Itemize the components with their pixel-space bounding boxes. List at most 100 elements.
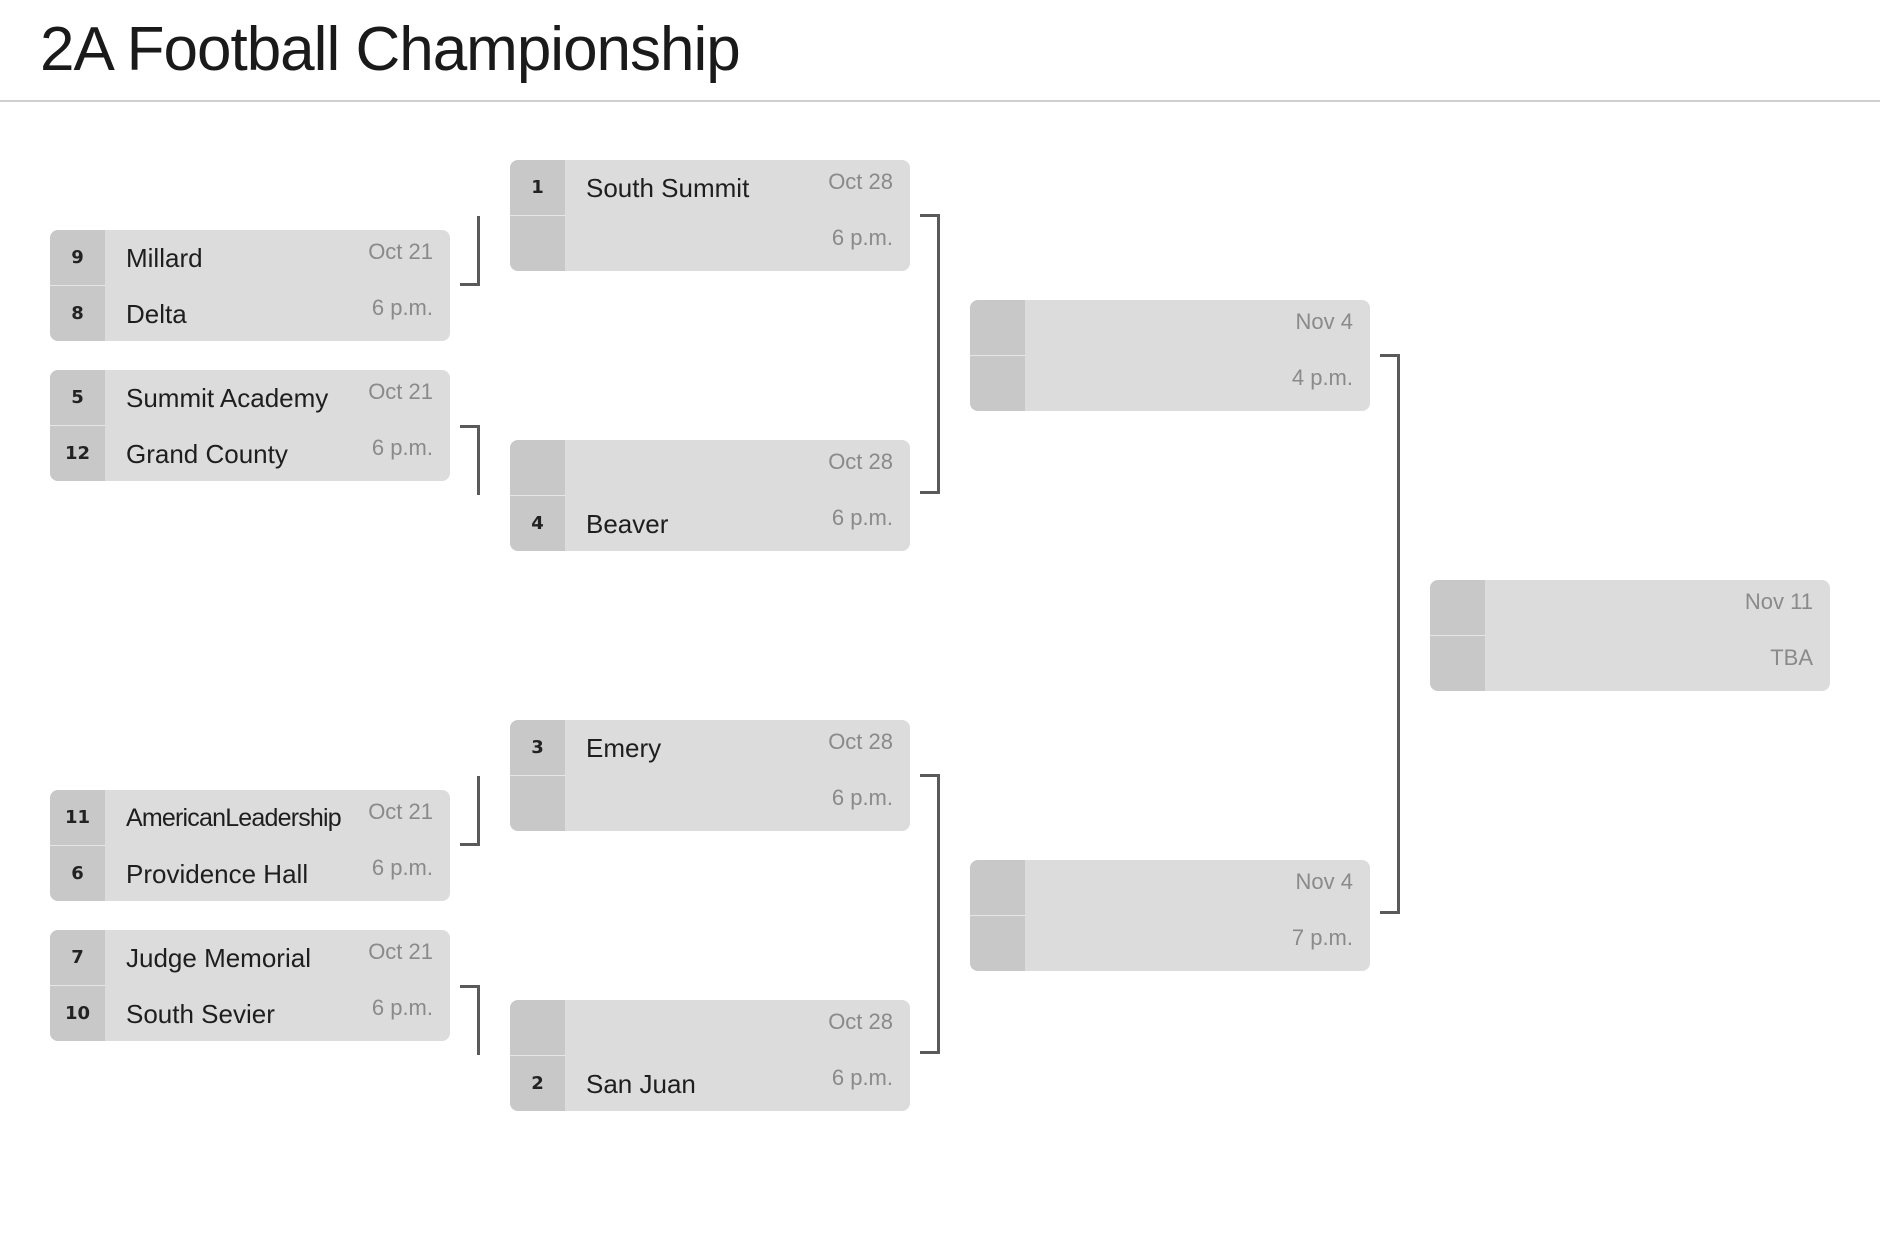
- team-row: 8 Delta 6 p.m.: [50, 286, 450, 341]
- team-row: 6 Providence Hall 6 p.m.: [50, 846, 450, 901]
- match-box-round-1-2[interactable]: 5 Summit Academy Oct 21 12 Grand County 6 p.m…: [50, 370, 450, 481]
- match-box-round-1-4[interactable]: 7 Judge Memorial Oct 21 10 South Sevier 6 p.m…: [50, 930, 450, 1041]
- game-time: 6 p.m.: [831, 785, 893, 810]
- seed-number: 3: [510, 720, 565, 775]
- game-time: 6 p.m.: [831, 1065, 893, 1090]
- seed-number: [1430, 636, 1485, 691]
- seed-number: 2: [510, 1056, 565, 1111]
- team-name: AmericanLeadership: [126, 804, 342, 832]
- team-row: 4 p.m.: [970, 356, 1370, 411]
- match-box-round-2-2[interactable]: Oct 28 4 Beaver 6 p.m.: [510, 440, 910, 551]
- row-divider: [510, 215, 565, 216]
- game-time: 6 p.m.: [371, 435, 433, 460]
- game-time: 6 p.m.: [371, 295, 433, 320]
- row-divider: [50, 285, 105, 286]
- game-time: TBA: [1770, 645, 1813, 670]
- team-name: Grand County: [126, 439, 288, 469]
- team-name: Providence Hall: [126, 859, 309, 889]
- connector-r2-bottom: [937, 774, 940, 1054]
- seed-number: [970, 356, 1025, 411]
- match-box-semifinals-2[interactable]: Nov 4 7 p.m.: [970, 860, 1370, 971]
- team-row: 9 Millard Oct 21: [50, 230, 450, 285]
- seed-number: [970, 860, 1025, 915]
- match-box-round-2-1[interactable]: 1 South Summit Oct 28 6 p.m.: [510, 160, 910, 271]
- game-time: 6 p.m.: [371, 995, 433, 1020]
- row-divider: [510, 1055, 565, 1056]
- seed-number: 8: [50, 286, 105, 341]
- seed-number: [510, 776, 565, 831]
- team-row: 2 San Juan 6 p.m.: [510, 1056, 910, 1111]
- team-row: 6 p.m.: [510, 216, 910, 271]
- connector-r1-m2: [477, 425, 480, 495]
- seed-number: [510, 440, 565, 495]
- team-row: 10 South Sevier 6 p.m.: [50, 986, 450, 1041]
- row-divider: [510, 495, 565, 496]
- tournament-bracket: 9 Millard Oct 21 8 Delta 6 p.m. 5 Summit Academ…: [0, 0, 1880, 1252]
- team-row: Nov 4: [970, 860, 1370, 915]
- team-name: Beaver: [586, 509, 669, 539]
- seed-number: 4: [510, 496, 565, 551]
- team-row: Oct 28: [510, 1000, 910, 1055]
- game-date: Nov 11: [1744, 589, 1813, 614]
- seed-number: 6: [50, 846, 105, 901]
- team-row: 5 Summit Academy Oct 21: [50, 370, 450, 425]
- seed-number: 7: [50, 930, 105, 985]
- seed-number: 5: [50, 370, 105, 425]
- row-divider: [50, 845, 105, 846]
- match-box-round-1-3[interactable]: 11 AmericanLeadership Oct 21 6 Providence Ha…: [50, 790, 450, 901]
- game-date: Oct 28: [828, 449, 893, 474]
- game-date: Oct 28: [828, 1009, 893, 1034]
- seed-number: [510, 1000, 565, 1055]
- team-row: 7 Judge Memorial Oct 21: [50, 930, 450, 985]
- team-name: Millard: [126, 243, 203, 273]
- row-divider: [1430, 635, 1485, 636]
- game-time: 4 p.m.: [1291, 365, 1353, 390]
- team-row: 6 p.m.: [510, 776, 910, 831]
- connector-r2-top: [937, 214, 940, 494]
- team-name: Emery: [586, 733, 662, 763]
- team-name: San Juan: [586, 1069, 696, 1099]
- game-date: Oct 21: [368, 379, 433, 404]
- team-name: Delta: [126, 299, 187, 329]
- team-name: Summit Academy: [126, 383, 329, 413]
- seed-number: 10: [50, 986, 105, 1041]
- team-row: Nov 4: [970, 300, 1370, 355]
- row-divider: [50, 985, 105, 986]
- connector-semis: [1380, 911, 1400, 914]
- team-row: 11 AmericanLeadership Oct 21: [50, 790, 450, 845]
- seed-number: [510, 216, 565, 271]
- team-row: 7 p.m.: [970, 916, 1370, 971]
- team-row: 1 South Summit Oct 28: [510, 160, 910, 215]
- game-date: Oct 28: [828, 169, 893, 194]
- game-date: Oct 21: [368, 939, 433, 964]
- match-box-final-1[interactable]: Nov 11 TBA: [1430, 580, 1830, 691]
- game-date: Oct 21: [368, 799, 433, 824]
- match-box-semifinals-1[interactable]: Nov 4 4 p.m.: [970, 300, 1370, 411]
- connector-r2-bottom: [920, 1051, 940, 1054]
- team-row: 3 Emery Oct 28: [510, 720, 910, 775]
- team-name: South Sevier: [126, 999, 275, 1029]
- team-row: 12 Grand County 6 p.m.: [50, 426, 450, 481]
- connector-semis: [1397, 354, 1400, 914]
- connector-r2-top: [920, 491, 940, 494]
- game-time: 6 p.m.: [831, 505, 893, 530]
- seed-number: [1430, 580, 1485, 635]
- match-box-round-2-4[interactable]: Oct 28 2 San Juan 6 p.m.: [510, 1000, 910, 1111]
- seed-number: [970, 916, 1025, 971]
- team-row: Oct 28: [510, 440, 910, 495]
- row-divider: [970, 355, 1025, 356]
- row-divider: [510, 775, 565, 776]
- seed-number: 1: [510, 160, 565, 215]
- match-box-round-2-3[interactable]: 3 Emery Oct 28 6 p.m.: [510, 720, 910, 831]
- match-box-round-1-1[interactable]: 9 Millard Oct 21 8 Delta 6 p.m.: [50, 230, 450, 341]
- connector-r1-m4: [477, 985, 480, 1055]
- team-row: TBA: [1430, 636, 1830, 691]
- seed-number: 9: [50, 230, 105, 285]
- game-time: 6 p.m.: [371, 855, 433, 880]
- team-name: Judge Memorial: [126, 943, 311, 973]
- game-time: 6 p.m.: [831, 225, 893, 250]
- game-date: Oct 28: [828, 729, 893, 754]
- team-row: 4 Beaver 6 p.m.: [510, 496, 910, 551]
- row-divider: [50, 425, 105, 426]
- seed-number: [970, 300, 1025, 355]
